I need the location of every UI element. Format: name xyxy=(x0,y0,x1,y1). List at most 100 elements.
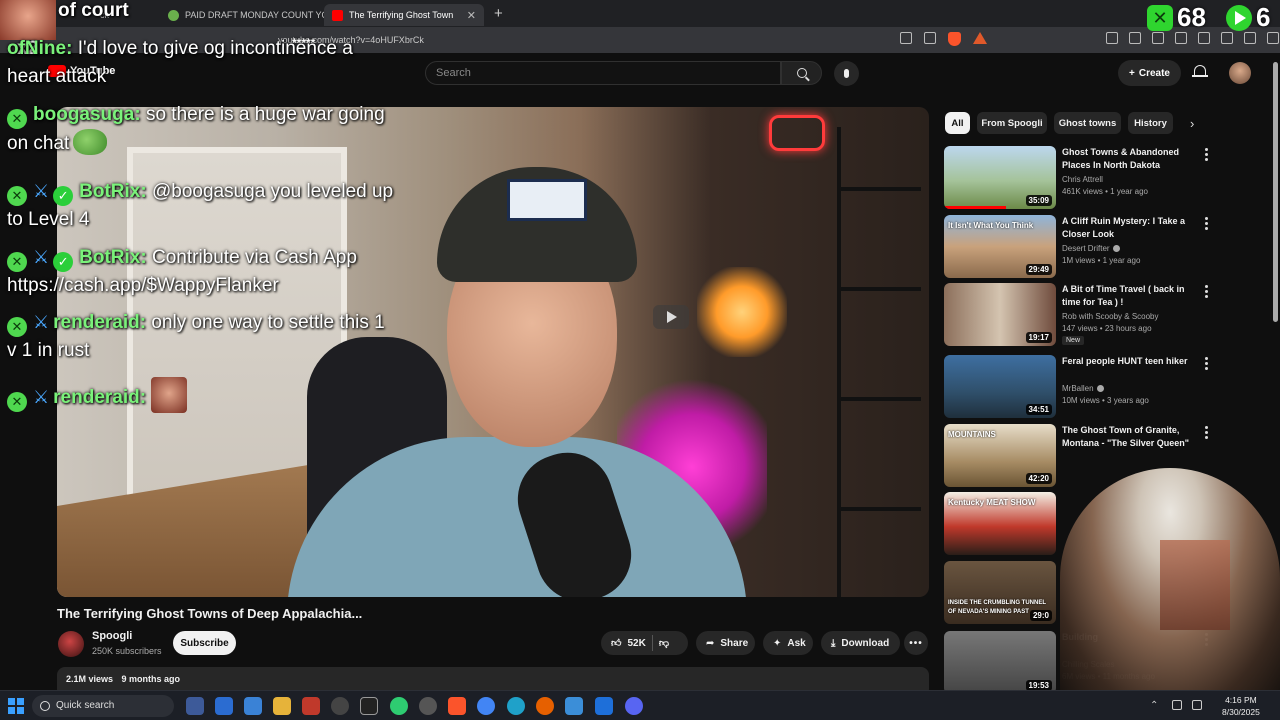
brave-shield-icon[interactable] xyxy=(948,32,961,46)
tab-3-active[interactable]: The Terrifying Ghost Towns o ✕ xyxy=(324,4,484,26)
firefox-icon[interactable] xyxy=(536,697,554,715)
chrome-icon[interactable] xyxy=(477,697,495,715)
chat-username: ofNine: xyxy=(7,38,73,59)
brave-browser-icon[interactable] xyxy=(448,697,466,715)
new-tab-icon[interactable]: + xyxy=(494,5,503,22)
chat-username: renderaid: xyxy=(53,312,147,333)
system-clock[interactable]: 4:16 PM 8/30/2025 xyxy=(1222,694,1260,718)
tools-icon[interactable] xyxy=(1221,32,1233,44)
play-icon[interactable] xyxy=(653,305,689,329)
video-thumbnail[interactable]: INSIDE THE CRUMBLING TUNNEL OF NEVADA'S … xyxy=(944,561,1056,624)
file-explorer-icon[interactable] xyxy=(273,697,291,715)
kebab-menu-icon[interactable] xyxy=(1205,148,1208,161)
more-actions-icon[interactable]: ••• xyxy=(904,631,928,655)
scrollbar-thumb[interactable] xyxy=(1273,62,1278,322)
video-scene-cap-patch xyxy=(507,179,587,221)
chevron-right-icon[interactable]: › xyxy=(1190,116,1194,131)
video-thumbnail[interactable]: It Isn't What You Think 29:49 xyxy=(944,215,1056,278)
rewards-icon[interactable] xyxy=(973,32,987,44)
ask-button[interactable]: ✦ Ask xyxy=(763,631,813,655)
thumbs-up-icon[interactable]: 👍︎ xyxy=(611,637,621,649)
video-thumbnail[interactable]: 19:53 xyxy=(944,631,1056,694)
sidebar-icon[interactable] xyxy=(1175,32,1187,44)
duration-badge: 29:49 xyxy=(1025,264,1052,275)
windows-start-icon[interactable] xyxy=(8,698,24,714)
tab-2[interactable]: PAID DRAFT MONDAY COUNT YOUR xyxy=(160,4,324,26)
video-thumbnail[interactable]: 35:09 xyxy=(944,146,1056,209)
share-icon[interactable] xyxy=(924,32,936,44)
duration-badge: 42:20 xyxy=(1025,473,1052,484)
kebab-menu-icon[interactable] xyxy=(1205,217,1208,230)
taskbar-search[interactable]: Quick search xyxy=(32,695,174,717)
account-avatar[interactable] xyxy=(1229,62,1251,84)
recommendation-item[interactable]: 34:51 Feral people HUNT teen hiker MrBalle… xyxy=(944,355,1266,419)
subscribe-button[interactable]: Subscribe xyxy=(173,631,236,655)
chip-all[interactable]: All xyxy=(945,112,970,134)
thumbs-down-icon[interactable]: 👎︎ xyxy=(659,637,669,649)
chip-ghost-towns[interactable]: Ghost towns xyxy=(1054,112,1121,134)
chrome-alt-icon[interactable] xyxy=(390,697,408,715)
video-thumbnail[interactable]: MOUNTAINS 42:20 xyxy=(944,424,1056,487)
volume-icon[interactable] xyxy=(1192,700,1202,710)
kebab-menu-icon[interactable] xyxy=(1205,426,1208,439)
recommendation-stats: 1M views • 1 year ago xyxy=(1062,256,1141,265)
recommendation-title[interactable]: A Bit of Time Travel ( back in time for … xyxy=(1062,283,1200,309)
recommendation-title[interactable]: Ghost Towns & Abandoned Places In North … xyxy=(1062,146,1200,172)
edge-icon[interactable] xyxy=(507,697,525,715)
channel-avatar[interactable] xyxy=(58,631,84,657)
download-button[interactable]: ⤓ Download xyxy=(821,631,900,655)
share-button[interactable]: ➦ Share xyxy=(696,631,755,655)
media-app-icon[interactable] xyxy=(360,697,378,715)
search-button[interactable] xyxy=(781,61,822,85)
like-count[interactable]: 52K xyxy=(627,638,645,649)
recommendation-item[interactable]: It Isn't What You Think 29:49 A Cliff Ruin… xyxy=(944,215,1266,279)
obs-icon[interactable] xyxy=(331,697,349,715)
recommendation-channel[interactable]: Chris Attrell xyxy=(1062,175,1103,184)
remote-app-icon[interactable] xyxy=(244,697,262,715)
mic-icon xyxy=(844,69,849,78)
create-button[interactable]: + Create xyxy=(1118,60,1181,86)
kebab-menu-icon[interactable] xyxy=(1205,285,1208,298)
chip-history[interactable]: History xyxy=(1128,112,1173,134)
video-thumbnail[interactable]: 19:17 xyxy=(944,283,1056,346)
description-meta: 2.1M views 9 months ago xyxy=(66,674,186,684)
channel-name[interactable]: Spoogli xyxy=(92,630,132,642)
puzzle-icon[interactable] xyxy=(1106,32,1118,44)
recommendation-title[interactable]: Feral people HUNT teen hiker xyxy=(1062,355,1200,368)
discord-icon[interactable] xyxy=(625,697,643,715)
gear-icon[interactable] xyxy=(419,697,437,715)
wallet-icon[interactable] xyxy=(1198,32,1210,44)
voice-search-button[interactable] xyxy=(834,61,859,86)
video-thumbnail[interactable]: Kentucky MEAT SHOW xyxy=(944,492,1056,555)
vscode-icon[interactable] xyxy=(595,697,613,715)
recording-app-icon[interactable] xyxy=(302,697,320,715)
create-label: Create xyxy=(1138,67,1170,79)
extension-icon[interactable] xyxy=(1129,32,1141,44)
recommendation-title[interactable]: A Cliff Ruin Mystery: I Take a Closer Lo… xyxy=(1062,215,1200,241)
chat-username: renderaid: xyxy=(53,387,147,408)
microphone-tray-icon[interactable] xyxy=(1172,700,1182,710)
word-app-icon[interactable] xyxy=(215,697,233,715)
recommendation-channel[interactable]: MrBallen xyxy=(1062,384,1104,393)
chat-message: ✕ ⚔︎ renderaid: xyxy=(7,377,397,413)
search-input[interactable]: Search xyxy=(425,61,781,85)
video-thumbnail[interactable]: 34:51 xyxy=(944,355,1056,418)
chevron-up-icon[interactable]: ⌃ xyxy=(1150,700,1160,711)
ai-icon[interactable] xyxy=(1244,32,1256,44)
recommendation-item[interactable]: 19:17 A Bit of Time Travel ( back in time… xyxy=(944,283,1266,347)
chip-from-spoogli[interactable]: From Spoogli xyxy=(977,112,1047,134)
screen-icon[interactable] xyxy=(900,32,912,44)
kebab-menu-icon[interactable] xyxy=(1205,357,1208,370)
music-icon[interactable] xyxy=(1152,32,1164,44)
recommendation-item[interactable]: 35:09 Ghost Towns & Abandoned Places In N… xyxy=(944,146,1266,210)
game-app-icon[interactable] xyxy=(565,697,583,715)
recommendation-title[interactable]: The Ghost Town of Granite, Montana - "Th… xyxy=(1062,424,1200,450)
windows-taskbar: Quick search ⌃ 4:16 PM 8/30/2025 xyxy=(0,690,1280,720)
recommendation-channel[interactable]: Desert Drifter xyxy=(1062,244,1120,253)
x-badge-icon: ✕ xyxy=(7,392,27,412)
notifications-bell-icon[interactable] xyxy=(1192,64,1208,80)
vpn-icon[interactable] xyxy=(1267,32,1279,44)
recommendation-channel[interactable]: Rob with Scooby & Scooby xyxy=(1062,312,1159,321)
chat-app-icon[interactable] xyxy=(186,697,204,715)
close-icon[interactable]: ✕ xyxy=(467,9,476,22)
